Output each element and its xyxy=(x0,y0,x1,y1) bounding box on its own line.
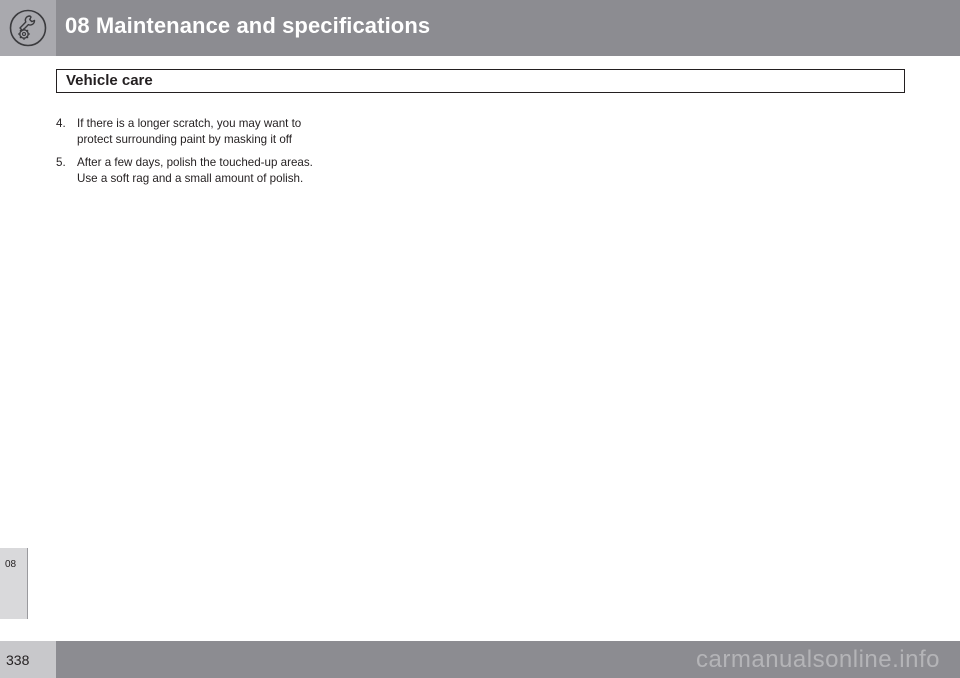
page-number-cell: 338 xyxy=(0,641,56,678)
chapter-header: 08 Maintenance and specifications xyxy=(0,0,960,56)
step-text: If there is a longer scratch, you may wa… xyxy=(77,117,302,146)
section-heading-bar: Vehicle care xyxy=(56,69,905,93)
footer-band: carmanualsonline.info xyxy=(56,641,960,678)
step-number: 5. xyxy=(56,156,66,169)
chapter-title: 08 Maintenance and specifications xyxy=(65,13,431,38)
list-item: 5. After a few days, polish the touched-… xyxy=(56,155,326,186)
chapter-icon-cell xyxy=(0,0,56,56)
section-title: Vehicle care xyxy=(66,72,153,89)
instruction-list: 4. If there is a longer scratch, you may… xyxy=(56,116,326,194)
watermark: carmanualsonline.info xyxy=(696,646,940,673)
page-number: 338 xyxy=(6,652,30,668)
chapter-side-tab: 08 xyxy=(0,548,28,619)
step-text: After a few days, polish the touched-up … xyxy=(77,156,313,185)
step-number: 4. xyxy=(56,117,66,130)
wrench-gear-icon xyxy=(9,9,47,47)
list-item: 4. If there is a longer scratch, you may… xyxy=(56,116,326,147)
side-tab-label: 08 xyxy=(5,559,17,570)
